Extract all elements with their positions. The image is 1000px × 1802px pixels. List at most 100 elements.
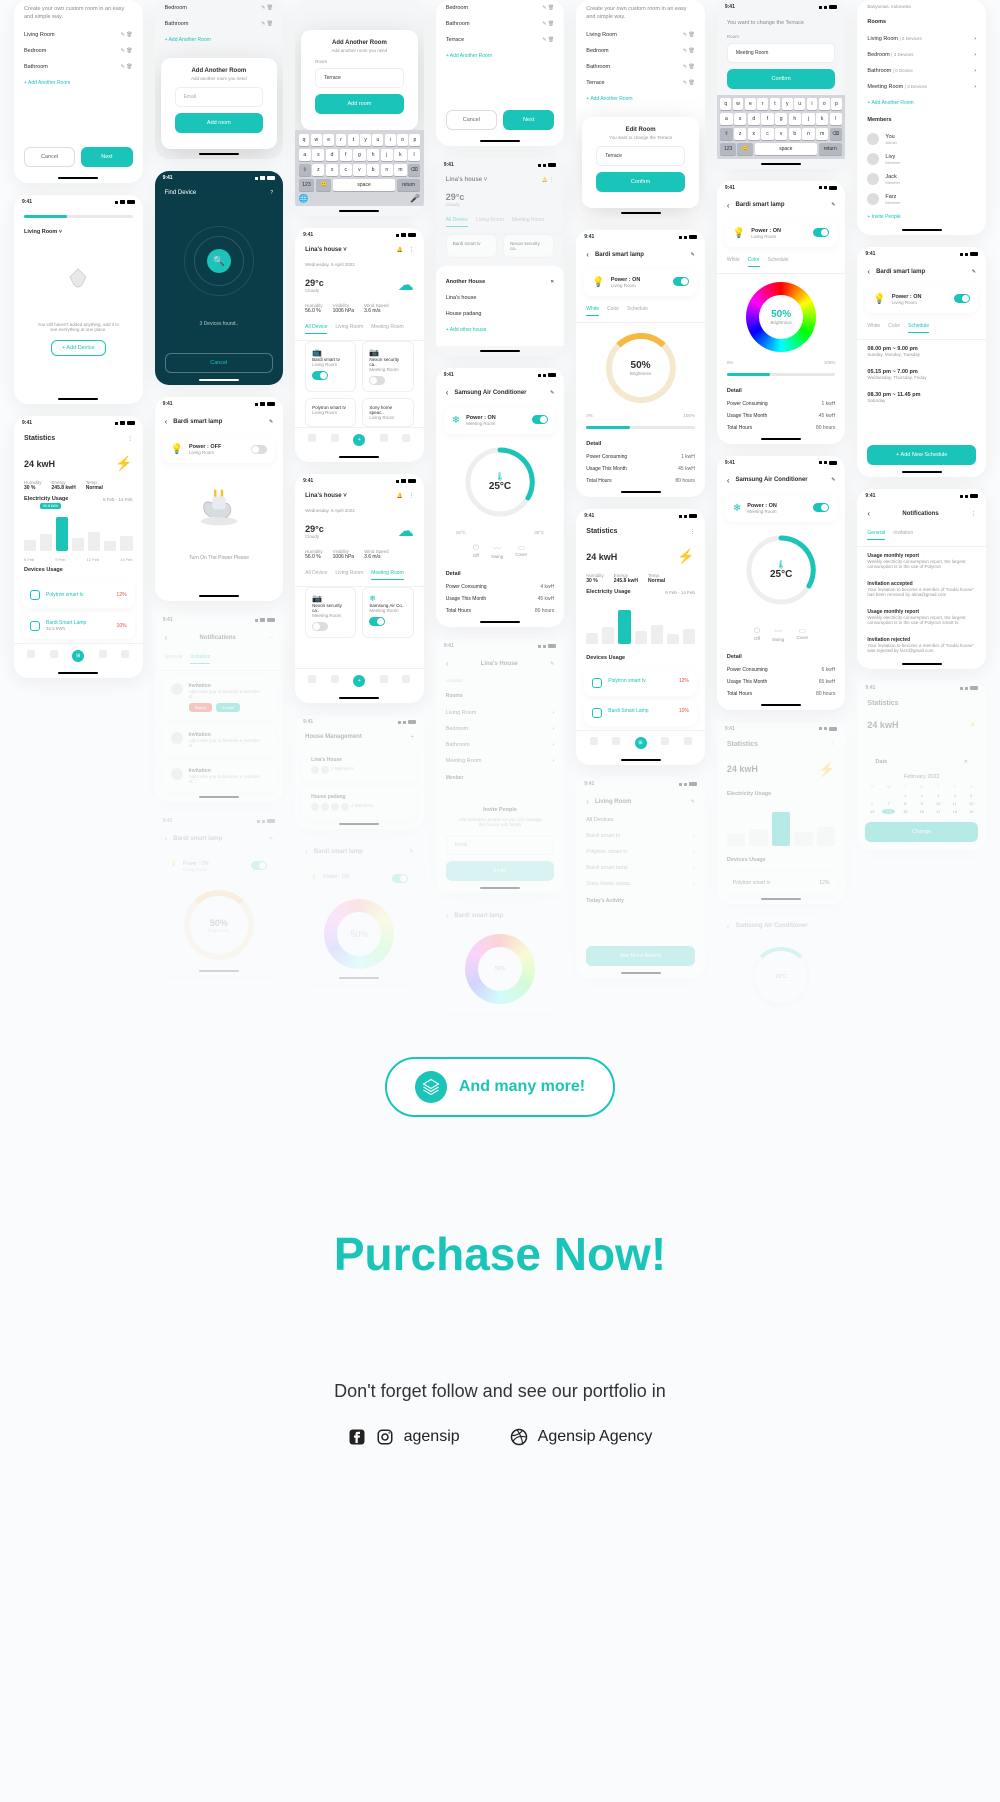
tab[interactable]: Living Room [335, 324, 363, 334]
social-dribbble[interactable]: Agensip Agency [510, 1428, 653, 1446]
color-wheel[interactable]: 50%Brightness [746, 282, 816, 352]
room-row: Bathroom✎ 🗑 [155, 16, 284, 32]
notif-item[interactable]: Invitation acceptedYour invitation to be… [857, 575, 986, 603]
cancel-button[interactable]: Cancel [446, 110, 497, 130]
many-more-button[interactable]: And many more! [385, 1057, 615, 1117]
bell-icon[interactable]: 🔔 [396, 247, 402, 253]
edit-icon[interactable]: ✎ [269, 419, 273, 425]
avatar [171, 683, 183, 695]
member-row: JackMember [857, 169, 986, 189]
ac-mode[interactable]: 〰Swing [491, 543, 503, 559]
add-room-modal: Add Another Room Add another room you ne… [301, 30, 418, 130]
confirm-button[interactable]: Confirm [727, 69, 836, 89]
add-device-btn[interactable]: + Add Device [51, 340, 106, 356]
help-icon[interactable]: ? [270, 190, 273, 196]
invite-link[interactable]: + Invite People [857, 209, 986, 225]
notif-item[interactable]: Invitation rejectedYour invitation to be… [857, 631, 986, 659]
member-row: YouAdmin [857, 129, 986, 149]
dribbble-icon [510, 1428, 528, 1446]
date-filter[interactable]: 6 Feb - 14 Feb [103, 497, 133, 502]
ac-mode[interactable]: ⏻Off [473, 543, 479, 559]
close-icon[interactable]: ✕ [550, 279, 554, 285]
tab[interactable]: All Device [305, 324, 327, 334]
brightness-slider[interactable] [586, 426, 695, 429]
room-row: Bedroom✎ 🗑 [155, 0, 284, 16]
ac-mode[interactable]: ▭Cover [515, 543, 527, 559]
plug-illustration [194, 479, 244, 529]
invite-button[interactable]: Invite [446, 861, 555, 881]
add-room-button[interactable]: Add room [175, 113, 264, 133]
weather-icon: ☁ [398, 275, 414, 295]
member-row: LivyMember [857, 149, 986, 169]
bulb-icon: 💡 [733, 228, 745, 239]
device-card[interactable]: Polytron smart tvLiving Room [305, 398, 356, 427]
weather-icon: ☁ [398, 521, 414, 541]
keyboard[interactable]: qwertyuiop asdfghjkl ⇧zxcvbnm⌫ 123😊space… [295, 130, 424, 206]
layers-icon [415, 1071, 447, 1103]
room-input[interactable]: Terrace [315, 68, 404, 88]
menu-icon[interactable]: ⋮ [409, 247, 414, 253]
house-option[interactable]: House padang [436, 306, 565, 322]
power-toggle[interactable] [532, 415, 548, 424]
find-title: Find Device [165, 190, 197, 196]
ac-icon: ❄ [733, 503, 741, 514]
bottom-nav[interactable]: + [295, 427, 424, 452]
room-row[interactable]: Living Room | 6 Devices› [857, 31, 986, 47]
tv-icon [30, 590, 40, 600]
device-card[interactable]: Sony home speac..Living Room [362, 398, 413, 427]
back-icon[interactable]: ‹ [165, 417, 168, 426]
menu-icon[interactable]: ⋮ [409, 493, 414, 499]
member-row: FarzMember [857, 189, 986, 209]
house-option[interactable]: Lina's house [436, 290, 565, 306]
empty-msg: You still haven't added anything, add it… [14, 322, 143, 332]
room-row: Bathroom✎ 🗑 [14, 59, 143, 75]
menu-icon[interactable]: ⋮ [128, 436, 133, 442]
cancel-button[interactable]: Cancel [24, 147, 75, 167]
purchase-heading: Purchase Now! [0, 1227, 1000, 1281]
bulb-icon: 💡 [171, 444, 183, 455]
social-facebook-instagram[interactable]: agensip [348, 1428, 460, 1446]
du-heading: Devices Usage [24, 567, 63, 573]
house-selector[interactable]: Lina's house ˅ [305, 493, 347, 499]
eu-heading: Electricity Usage [24, 496, 68, 502]
room-row[interactable]: Bathroom | 0 Device› [857, 63, 986, 79]
plug-icon [53, 256, 103, 306]
bell-icon[interactable]: 🔔 [396, 493, 402, 499]
room-selector[interactable]: Living Room ˅ [24, 229, 62, 235]
add-schedule-button[interactable]: + Add New Schedule [867, 445, 976, 465]
tab[interactable]: Meeting Room [371, 324, 404, 334]
room-row[interactable]: Bedroom | 3 Devices› [857, 47, 986, 63]
facebook-icon [348, 1428, 366, 1446]
energy-icon: ⚡ [115, 455, 132, 472]
instagram-icon [376, 1428, 394, 1446]
device-card[interactable]: 📺Bardi smart tvLiving Room [305, 341, 356, 392]
next-button[interactable]: Next [81, 147, 132, 167]
add-room-modal: Add Another Room Add another room you ne… [161, 58, 278, 149]
brightness-dial[interactable]: 50% Brightness [606, 333, 676, 403]
device-card[interactable]: 📷Nexon security ca..Meeting Room [362, 341, 413, 392]
schedule-item[interactable]: 08.30 pm ~ 11.45 pmSaturday [857, 386, 986, 409]
power-toggle[interactable] [251, 445, 267, 454]
house-sheet: Another House✕ Lina's house House padang… [436, 266, 565, 346]
kwh-value: 24 kwH [24, 459, 55, 469]
ac-temp: 25°C [489, 481, 511, 492]
house-selector[interactable]: Lina's house ˅ [305, 247, 347, 253]
bulb-icon: 💡 [171, 861, 177, 872]
schedule-item[interactable]: 08.00 pm ~ 9.00 pmSunday, Monday, Tuesda… [857, 340, 986, 363]
lamp-icon [30, 621, 40, 631]
bottom-nav[interactable]: ⊞ [14, 643, 143, 668]
room-row[interactable]: Meeting Room | 3 Devices› [857, 79, 986, 95]
confirm-button[interactable]: Confirm [596, 172, 685, 192]
notif-item[interactable]: Usage monthly reportWeekly electricity c… [857, 547, 986, 575]
next-button[interactable]: Next [503, 110, 554, 130]
cancel-button[interactable]: Cancel [165, 353, 274, 373]
add-room-link[interactable]: + Add Another Room [14, 75, 143, 91]
add-room-button[interactable]: Add room [315, 94, 404, 114]
add-room-link[interactable]: + Add Another Room [155, 32, 284, 48]
add-house-link[interactable]: + Add other house [436, 322, 565, 338]
schedule-item[interactable]: 05.15 pm ~ 7.00 pmWednesday, Thursday, F… [857, 363, 986, 386]
email-field[interactable]: Email [175, 87, 264, 107]
ac-icon: ❄ [452, 415, 460, 426]
notif-item[interactable]: Usage monthly reportWeekly electricity c… [857, 603, 986, 631]
edit-room-modal: Edit Room You want to change the Terrace… [582, 117, 699, 208]
